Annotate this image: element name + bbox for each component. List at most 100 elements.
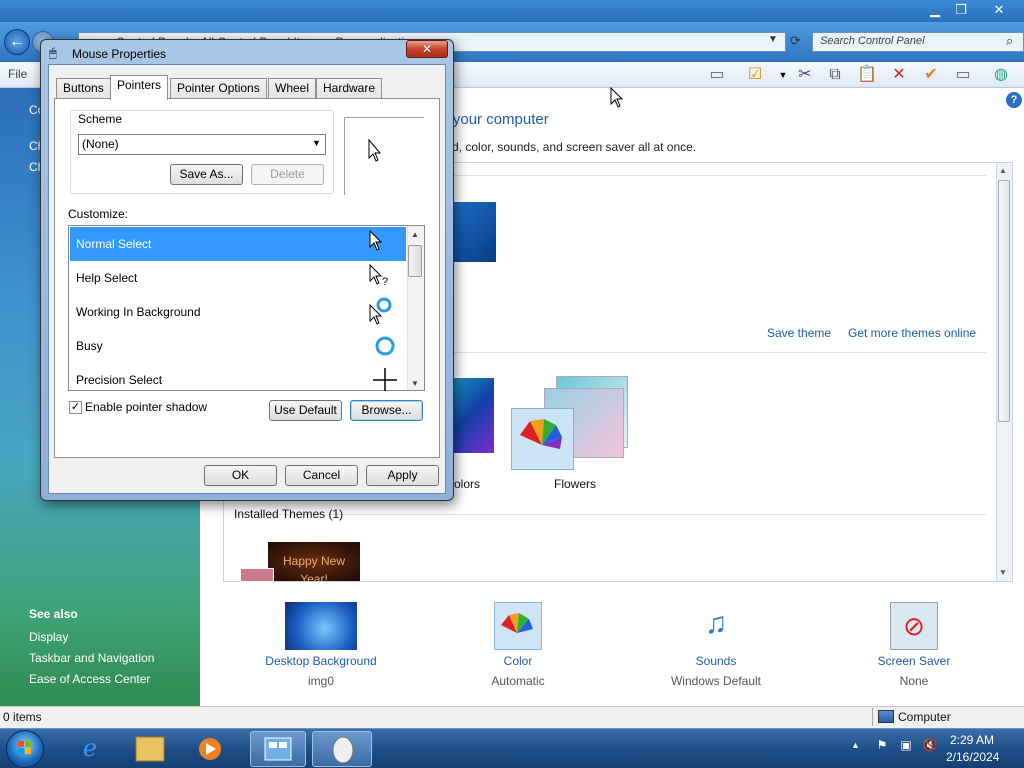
clock-date[interactable]: 2/16/2024: [946, 750, 999, 764]
apply-button[interactable]: Apply: [366, 465, 439, 486]
use-default-button[interactable]: Use Default: [269, 400, 342, 421]
mouse-icon: 🖱: [49, 45, 57, 60]
svg-text:?: ?: [382, 276, 388, 288]
close-window-button[interactable]: ✕: [982, 0, 1016, 20]
clock-time[interactable]: 2:29 AM: [950, 733, 994, 747]
start-button[interactable]: [6, 730, 44, 768]
views-dropdown-icon[interactable]: ▼: [772, 64, 794, 86]
enable-pointer-shadow-label[interactable]: Enable pointer shadow: [85, 400, 207, 414]
cursor-row-normal-select[interactable]: Normal Select: [70, 227, 406, 261]
layout-icon[interactable]: ▭: [706, 64, 728, 86]
paste-icon[interactable]: 📋: [856, 64, 878, 86]
browse-button[interactable]: Browse...: [350, 400, 423, 421]
tab-pointers[interactable]: Pointers: [110, 75, 169, 100]
volume-muted-icon[interactable]: 🔇: [922, 738, 938, 754]
maximize-button[interactable]: ❐: [944, 0, 978, 20]
tab-pointer-options[interactable]: Pointer Options: [170, 78, 267, 99]
sounds-icon[interactable]: ♫: [692, 602, 740, 650]
enable-pointer-shadow-checkbox[interactable]: ✓: [69, 401, 82, 414]
scroll-down-arrow[interactable]: ▼: [999, 568, 1007, 577]
see-also-display[interactable]: Display: [29, 630, 68, 644]
control-panel-task[interactable]: [250, 731, 306, 767]
cancel-button[interactable]: Cancel: [285, 465, 358, 486]
ok-button[interactable]: OK: [204, 465, 277, 486]
screen-saver-icon[interactable]: ⊘: [890, 602, 938, 650]
cursor-list-scroll-thumb[interactable]: [408, 245, 422, 277]
theme-list-scroll-thumb[interactable]: [998, 180, 1010, 422]
refresh-icon[interactable]: ⟳: [790, 33, 801, 49]
action-center-flag-icon[interactable]: ⚑: [874, 738, 890, 754]
back-button[interactable]: ←: [4, 29, 30, 55]
desktop-background-item[interactable]: Desktop Background img0: [241, 602, 401, 688]
search-icon[interactable]: ⌕: [1006, 33, 1013, 49]
sounds-label[interactable]: Sounds: [636, 654, 796, 668]
globe-icon[interactable]: ◍: [990, 64, 1012, 86]
network-icon[interactable]: ▣: [898, 738, 914, 754]
cursor-row-precision-select[interactable]: Precision Select: [70, 363, 406, 397]
list-scroll-up[interactable]: ▲: [411, 230, 419, 239]
installed-themes-heading: Installed Themes (1): [234, 507, 344, 521]
desktop-background-icon[interactable]: [285, 602, 357, 650]
crosshair-cursor-icon: [368, 363, 398, 397]
working-cursor-icon: [368, 295, 398, 329]
control-panel-titlebar[interactable]: [0, 0, 1024, 22]
mouse-properties-task[interactable]: [312, 731, 372, 767]
status-location: Computer: [898, 710, 951, 724]
color-item[interactable]: Color Automatic: [438, 602, 598, 688]
cut-icon[interactable]: ✂: [794, 64, 816, 86]
tab-buttons[interactable]: Buttons: [56, 78, 111, 99]
new-year-theme-thumbnail[interactable]: Happy New Year!: [268, 542, 360, 581]
computer-icon: [878, 710, 894, 723]
internet-explorer-icon[interactable]: ℯ: [62, 731, 118, 767]
cursor-row-working-in-background[interactable]: Working In Background: [70, 295, 406, 329]
tab-wheel[interactable]: Wheel: [268, 78, 317, 99]
tab-hardware[interactable]: Hardware: [316, 78, 383, 99]
desktop-background-value: img0: [307, 674, 334, 688]
chevron-down-icon[interactable]: ▼: [312, 138, 321, 148]
screen-saver-label[interactable]: Screen Saver: [834, 654, 994, 668]
explorer-folder-icon[interactable]: [122, 731, 178, 767]
color-label[interactable]: Color: [438, 654, 598, 668]
arrow-cursor-icon: [368, 227, 398, 261]
delete-icon[interactable]: ✕: [888, 64, 910, 86]
cursor-row-label: Busy: [76, 339, 103, 353]
list-scroll-down[interactable]: ▼: [411, 379, 419, 388]
dialog-close-button[interactable]: ✕: [406, 40, 448, 58]
window-icon[interactable]: ▭: [952, 64, 974, 86]
status-bar: [0, 706, 1024, 728]
save-theme-link[interactable]: Save theme: [767, 326, 831, 340]
menu-file[interactable]: File: [8, 67, 27, 81]
theme-thumbnail-partial[interactable]: [240, 568, 274, 582]
see-also-ease-of-access[interactable]: Ease of Access Center: [29, 672, 150, 686]
properties-icon[interactable]: ☑: [744, 64, 766, 86]
media-player-icon[interactable]: [182, 731, 238, 767]
checkmark-icon[interactable]: ✔: [920, 64, 942, 86]
copy-icon[interactable]: ⧉: [824, 64, 846, 86]
screen-saver-value: None: [899, 674, 929, 688]
separator: [436, 352, 986, 353]
delete-scheme-button[interactable]: Delete: [251, 164, 324, 185]
flowers-theme-label[interactable]: Flowers: [554, 477, 596, 491]
page-subtitle: ound, color, sounds, and screen saver al…: [432, 140, 697, 154]
separator: [234, 514, 986, 515]
help-icon[interactable]: ?: [1006, 92, 1022, 108]
screen-saver-item[interactable]: ⊘ Screen Saver None: [834, 602, 994, 688]
color-value: Automatic: [491, 674, 545, 688]
scroll-up-arrow[interactable]: ▲: [999, 166, 1007, 175]
get-more-themes-link[interactable]: Get more themes online: [848, 326, 976, 340]
see-also-taskbar[interactable]: Taskbar and Navigation: [29, 651, 154, 665]
busy-cursor-icon: [368, 329, 398, 363]
desktop-background-label[interactable]: Desktop Background: [241, 654, 401, 668]
cursor-row-label: Working In Background: [76, 305, 201, 319]
show-hidden-icons[interactable]: ▲: [851, 740, 860, 750]
sounds-item[interactable]: ♫ Sounds Windows Default: [636, 602, 796, 688]
address-dropdown-icon[interactable]: ▼: [768, 34, 778, 45]
flowers-theme-selected[interactable]: [511, 408, 574, 470]
save-as-button[interactable]: Save As...: [170, 164, 243, 185]
customize-label: Customize:: [68, 207, 129, 221]
see-also-heading: See also: [29, 607, 78, 621]
cursor-row-help-select[interactable]: Help Select ?: [70, 261, 406, 295]
color-icon[interactable]: [494, 602, 542, 650]
scheme-select[interactable]: (None): [78, 134, 326, 155]
cursor-row-busy[interactable]: Busy: [70, 329, 406, 363]
